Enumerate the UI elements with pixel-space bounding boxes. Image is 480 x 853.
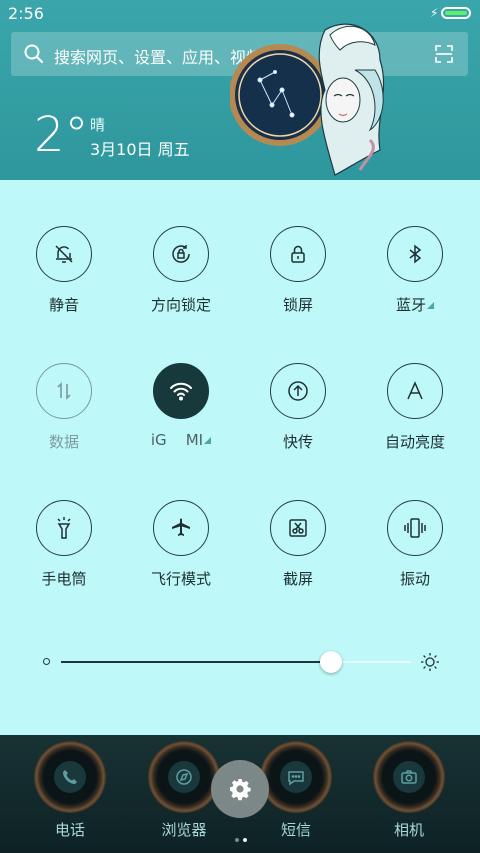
battery-icon: [441, 7, 471, 19]
clock: 2:56: [8, 4, 44, 23]
expand-indicator-icon: [427, 302, 434, 309]
brightness-fill: [61, 661, 331, 663]
message-icon: [280, 761, 312, 793]
tile-airplane-mode[interactable]: 飞行模式: [123, 500, 239, 589]
tile-mobile-data[interactable]: 数据: [6, 363, 122, 452]
dock-app-label: 电话: [54, 821, 85, 839]
brightness-slider[interactable]: [40, 650, 440, 674]
auto-brightness-icon: [387, 363, 443, 419]
weather-condition: 晴: [90, 116, 106, 134]
tile-vibrate[interactable]: 振动: [357, 500, 473, 589]
bluetooth-icon: [387, 226, 443, 282]
tile-rotation-lock[interactable]: 方向锁定: [123, 226, 239, 315]
tile-label: 蓝牙: [357, 294, 473, 315]
airplane-icon: [153, 500, 209, 556]
brightness-thumb[interactable]: [319, 651, 342, 673]
page-dot-active: [243, 838, 247, 842]
tile-bluetooth[interactable]: 蓝牙: [357, 226, 473, 315]
rotation-lock-icon: [153, 226, 209, 282]
gear-icon: [230, 779, 251, 801]
tile-lock-screen[interactable]: 锁屏: [240, 226, 356, 315]
camera-icon: [393, 761, 425, 793]
tile-label: 自动亮度: [384, 433, 445, 451]
tile-label: 锁屏: [282, 296, 313, 314]
search-icon: [24, 44, 44, 64]
brightness-low-icon: [43, 658, 50, 665]
page-indicator: [233, 827, 249, 846]
tile-screenshot[interactable]: 截屏: [240, 500, 356, 589]
settings-button[interactable]: [211, 760, 269, 818]
dock-app-label: 相机: [393, 821, 424, 839]
aquarius-zodiac-illustration: [230, 23, 385, 176]
tile-label: 振动: [399, 570, 430, 588]
expand-indicator-icon: [204, 437, 212, 444]
notification-header: 2:56 ⚡ 搜索网页、设置、应用、视频... 2° 晴 3月10日 周五: [0, 0, 480, 180]
charging-icon: ⚡: [430, 6, 439, 20]
phone-icon: [54, 761, 86, 793]
browser-icon: [168, 761, 200, 793]
tile-flashlight[interactable]: 手电筒: [6, 500, 122, 589]
dock-app-label: 短信: [280, 821, 311, 839]
tile-auto-brightness[interactable]: 自动亮度: [357, 363, 473, 452]
weather-date: 3月10日 周五: [90, 140, 190, 159]
dock-app-phone[interactable]: 电话: [30, 741, 110, 840]
tile-label: 手电筒: [41, 570, 87, 588]
tile-label: 方向锁定: [150, 296, 211, 314]
tile-label: 快传: [282, 433, 313, 451]
tile-label: 飞行模式: [150, 570, 211, 588]
screenshot-icon: [270, 500, 326, 556]
brightness-track[interactable]: [61, 651, 411, 673]
quick-settings-panel: 静音 方向锁定 锁屏 蓝牙 数据 iG MI 快传 自动亮度 手电筒 飞行模式 …: [0, 180, 480, 735]
tile-label: iG MI: [123, 431, 239, 449]
bell-off-icon: [36, 226, 92, 282]
weather-temperature[interactable]: 2°: [34, 110, 89, 160]
flashlight-icon: [36, 500, 92, 556]
mobile-data-icon: [36, 363, 92, 419]
page-dot: [235, 838, 239, 842]
vibrate-icon: [387, 500, 443, 556]
tile-label: 静音: [48, 296, 79, 314]
tile-mute[interactable]: 静音: [6, 226, 122, 315]
home-dock: 电话 浏览器 短信 相机: [0, 735, 480, 853]
wifi-icon: [153, 363, 209, 419]
dock-app-camera[interactable]: 相机: [369, 741, 449, 840]
brightness-high-icon: [421, 653, 439, 671]
tile-label: 截屏: [282, 570, 313, 588]
lock-icon: [270, 226, 326, 282]
scan-icon[interactable]: [434, 44, 454, 64]
tile-wifi[interactable]: iG MI: [123, 363, 239, 449]
tile-label: 数据: [48, 433, 79, 451]
upload-icon: [270, 363, 326, 419]
dock-app-label: 浏览器: [161, 821, 207, 839]
tile-quick-transfer[interactable]: 快传: [240, 363, 356, 452]
